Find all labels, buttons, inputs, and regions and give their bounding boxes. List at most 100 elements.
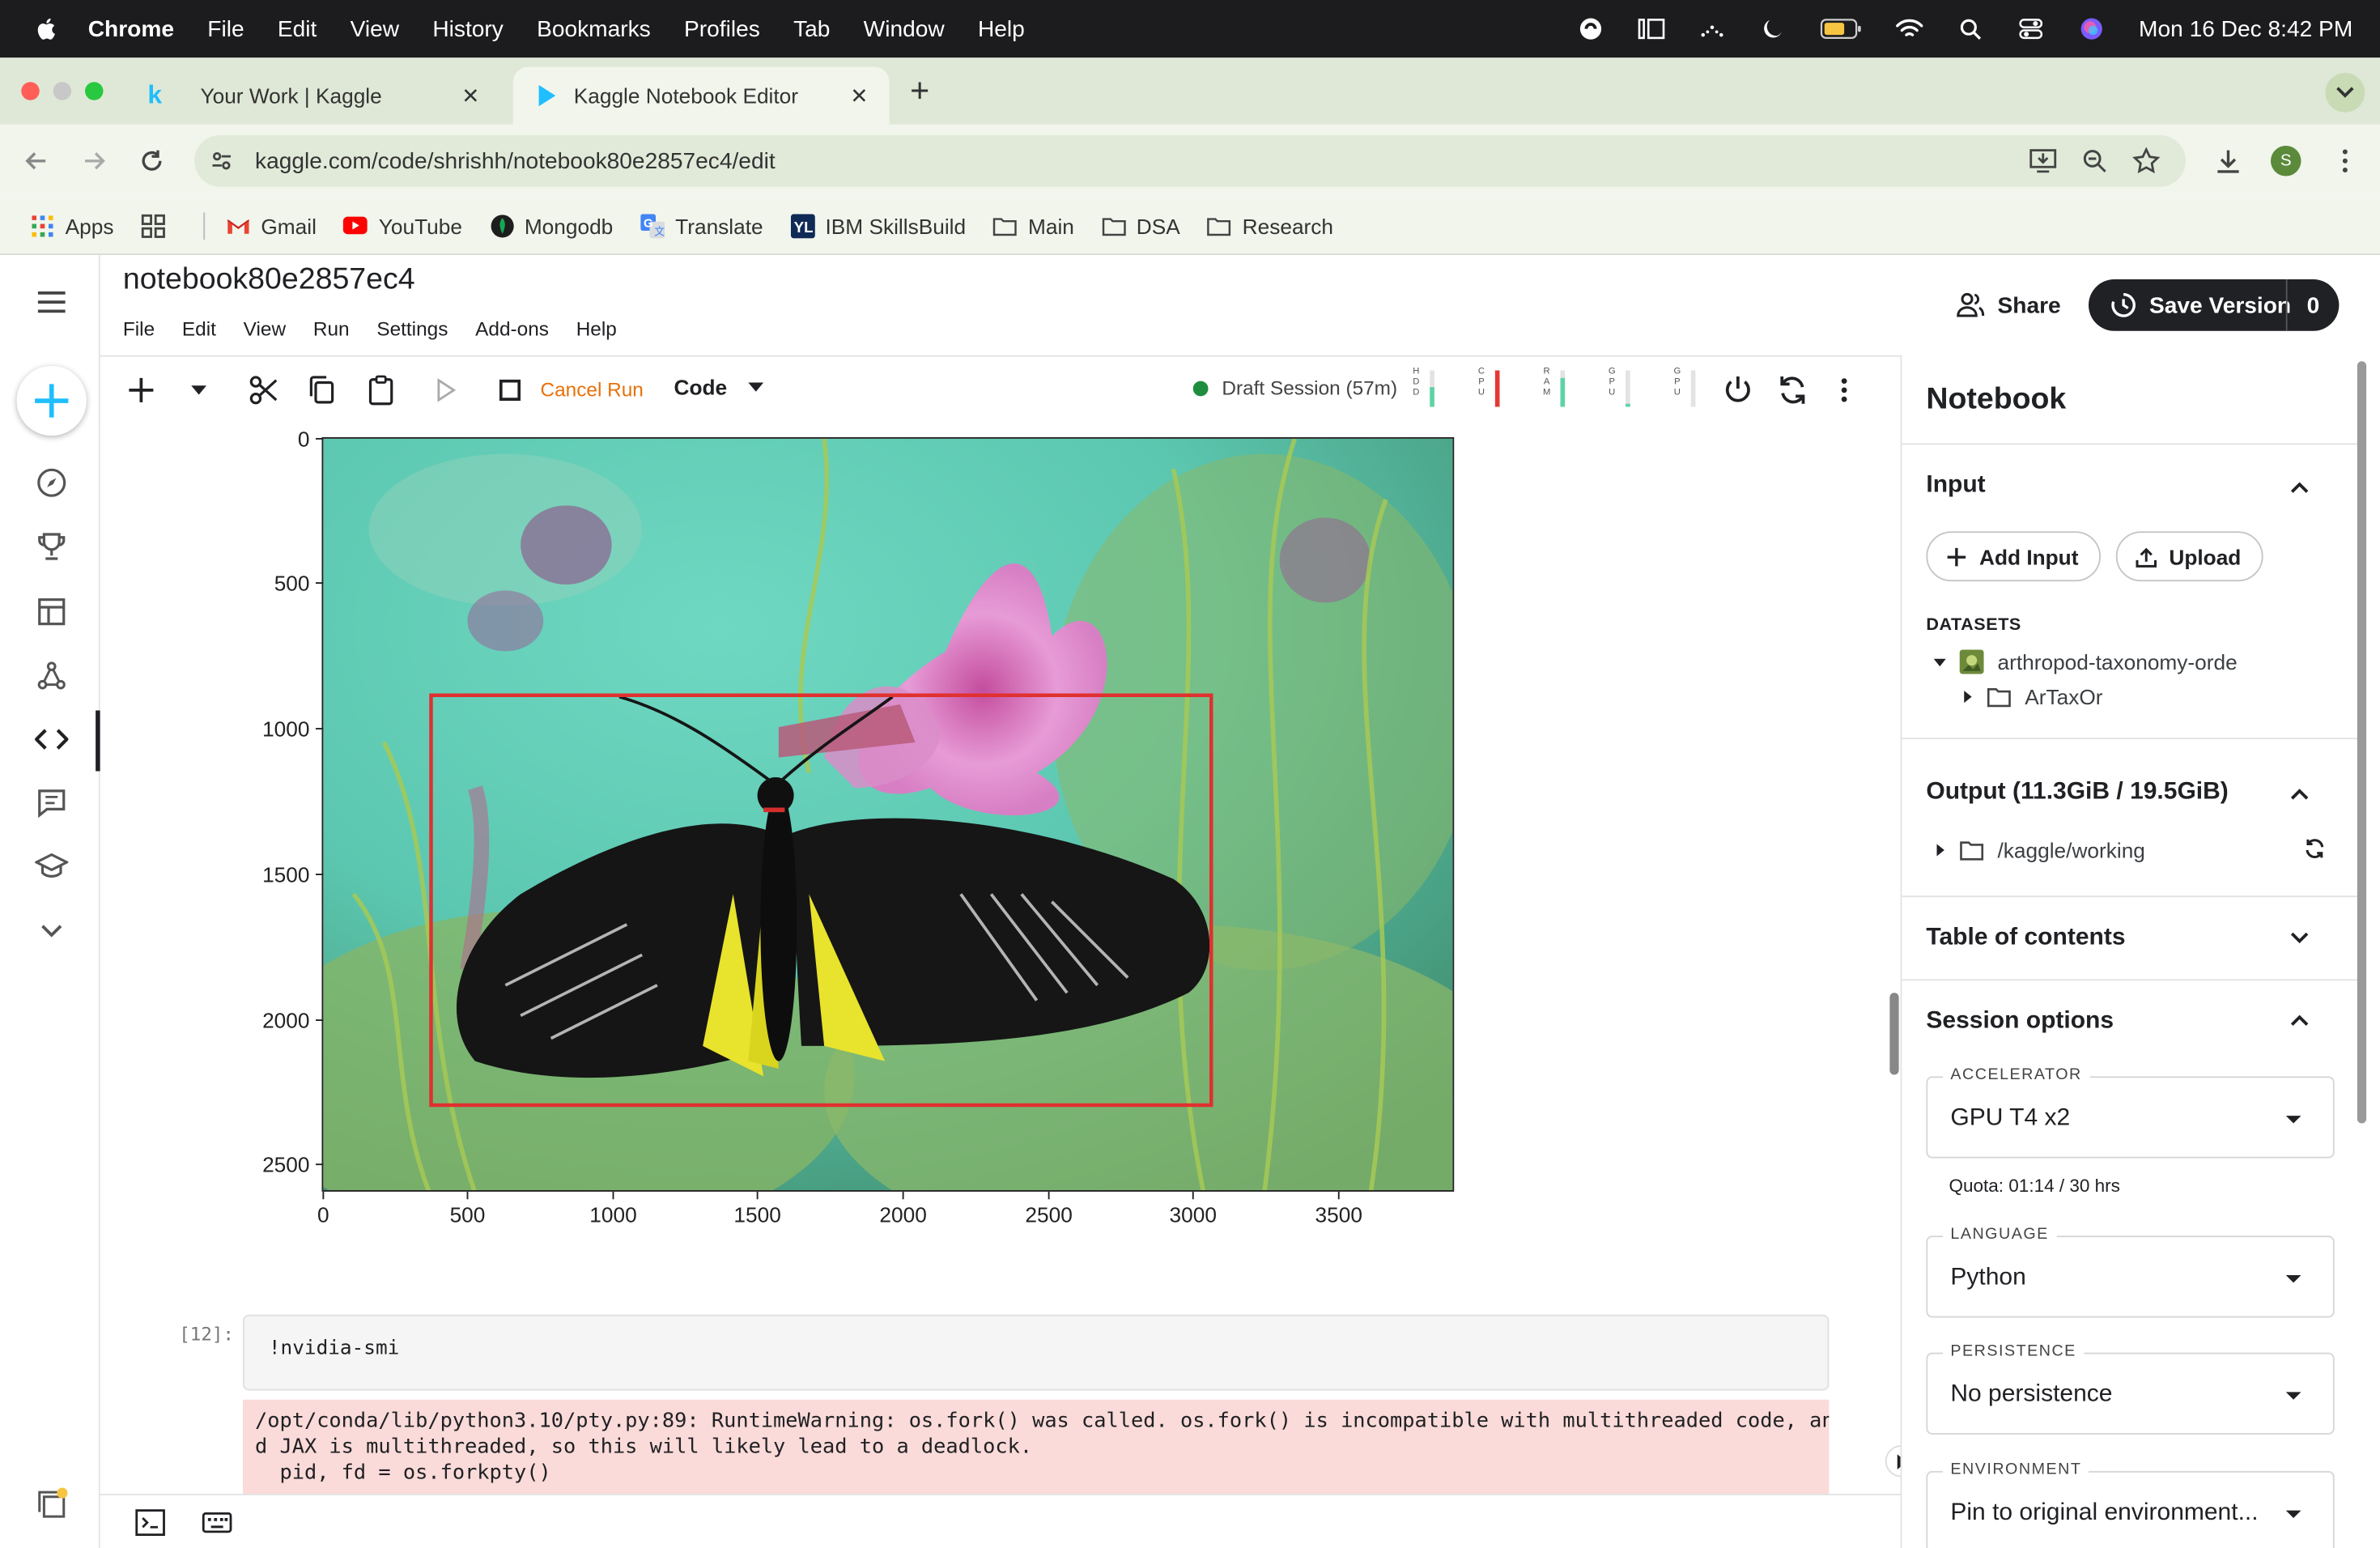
moon-icon[interactable] <box>1759 15 1787 43</box>
save-version-button[interactable]: Save Version 0 <box>2089 279 2340 331</box>
bookmark-youtube[interactable]: YouTube <box>343 213 462 237</box>
new-tab-button[interactable]: + <box>905 74 936 107</box>
language-select[interactable]: LANGUAGE Python <box>1926 1225 2335 1318</box>
nb-menu-file[interactable]: File <box>123 317 155 340</box>
accelerator-select[interactable]: ACCELERATOR GPU T4 x2 <box>1926 1065 2335 1159</box>
create-button[interactable] <box>16 365 87 436</box>
zoom-icon[interactable] <box>2080 146 2110 176</box>
add-cell-dropdown-icon[interactable] <box>182 373 215 406</box>
hamburger-menu-icon[interactable] <box>35 286 68 319</box>
trophy-icon[interactable] <box>35 529 68 563</box>
bookmark-folder-main[interactable]: Main <box>993 213 1074 237</box>
stage-manager-icon[interactable] <box>1638 15 1665 43</box>
close-tab-icon[interactable]: ✕ <box>847 83 871 108</box>
nb-menu-run[interactable]: Run <box>313 317 350 340</box>
session-status[interactable]: Draft Session (57m) <box>1192 376 1397 399</box>
tab-notebook-editor[interactable]: Kaggle Notebook Editor ✕ <box>512 66 890 125</box>
environment-select[interactable]: ENVIRONMENT Pin to original environment.… <box>1926 1460 2335 1548</box>
add-input-button[interactable]: Add Input <box>1926 531 2102 582</box>
scissors-icon[interactable] <box>248 373 281 406</box>
output-folder-item[interactable]: /kaggle/working <box>1932 838 2145 862</box>
reload-icon[interactable] <box>137 146 168 176</box>
toc-section-title[interactable]: Table of contents <box>1926 925 2125 952</box>
menubar-file[interactable]: File <box>207 16 244 42</box>
models-icon[interactable] <box>35 659 68 692</box>
forward-arrow-icon[interactable] <box>79 146 110 176</box>
chevron-up-icon[interactable] <box>2288 1008 2312 1032</box>
share-button[interactable]: Share <box>1955 286 2061 325</box>
keyboard-icon[interactable] <box>201 1506 234 1539</box>
nb-menu-view[interactable]: View <box>244 317 286 340</box>
save-version-count[interactable]: 0 <box>2301 293 2326 319</box>
battery-icon[interactable] <box>1820 15 1863 43</box>
copy-icon[interactable] <box>305 373 338 406</box>
notebook-title[interactable]: notebook80e2857ec4 <box>123 262 415 297</box>
menubar-edit[interactable]: Edit <box>278 16 317 42</box>
dataset-tree-item[interactable]: arthropod-taxonomy-orde <box>1932 649 2238 674</box>
back-arrow-icon[interactable] <box>21 146 52 176</box>
side-panel-scrollbar[interactable] <box>2357 361 2367 1124</box>
expand-triangle-right-icon[interactable] <box>1960 689 1975 704</box>
run-cell-play-icon[interactable] <box>430 373 463 406</box>
gauge-hdd[interactable]: HDD <box>1412 368 1451 410</box>
bookmark-tab-groups[interactable] <box>141 213 176 237</box>
chevron-down-icon[interactable] <box>2288 926 2312 950</box>
wifi-icon[interactable] <box>1896 15 1923 43</box>
window-close-button[interactable] <box>21 82 40 100</box>
window-zoom-button[interactable] <box>85 82 104 100</box>
more-options-icon[interactable] <box>1828 373 1861 406</box>
gauge-cpu[interactable]: CPU <box>1477 368 1516 410</box>
bookmark-gmail[interactable]: Gmail <box>226 213 317 237</box>
chrome-menu-icon[interactable] <box>2330 146 2361 176</box>
nb-menu-help[interactable]: Help <box>576 317 617 340</box>
paste-clipboard-icon[interactable] <box>364 373 397 406</box>
tab-your-work[interactable]: k Your Work | Kaggle ✕ <box>121 67 501 125</box>
compass-icon[interactable] <box>35 466 68 500</box>
gauge-gpu[interactable]: GPU <box>1608 368 1647 410</box>
menubar-view[interactable]: View <box>351 16 399 42</box>
activity-dots-icon[interactable] <box>1698 15 1726 43</box>
bookmark-apps[interactable]: Apps <box>31 213 113 237</box>
downloads-icon[interactable] <box>2213 146 2244 176</box>
toc-section[interactable]: Table of contents <box>1902 895 2357 979</box>
bookmark-star-icon[interactable] <box>2131 146 2162 176</box>
dataset-child-item[interactable]: ArTaxOr <box>1960 685 2103 709</box>
upload-button[interactable]: Upload <box>2115 531 2264 582</box>
nb-menu-edit[interactable]: Edit <box>182 317 216 340</box>
menubar-window[interactable]: Window <box>864 16 945 42</box>
profile-avatar[interactable]: S <box>2271 146 2301 176</box>
control-center-icon[interactable] <box>2017 15 2045 43</box>
close-tab-icon[interactable]: ✕ <box>458 83 482 108</box>
stop-square-icon[interactable] <box>493 373 526 406</box>
learn-icon[interactable] <box>35 850 69 883</box>
cell-type-select[interactable]: Code <box>674 375 764 399</box>
session-options-title[interactable]: Session options <box>1926 1008 2114 1036</box>
notifications-stack-icon[interactable] <box>35 1487 68 1521</box>
window-minimize-button[interactable] <box>53 82 72 100</box>
expand-triangle-down-icon[interactable] <box>1932 654 1948 670</box>
bookmark-folder-research[interactable]: Research <box>1208 213 1333 237</box>
focus-status-icon[interactable] <box>1577 15 1604 43</box>
install-app-icon[interactable] <box>2028 146 2059 176</box>
more-chevron-down-icon[interactable] <box>35 914 68 947</box>
discussion-icon[interactable] <box>35 786 68 819</box>
siri-icon[interactable] <box>2078 15 2106 43</box>
bookmark-translate[interactable]: G文 Translate <box>640 213 763 238</box>
persistence-select[interactable]: PERSISTENCE No persistence <box>1926 1342 2335 1435</box>
input-section-title[interactable]: Input <box>1926 472 1985 500</box>
add-cell-plus-icon[interactable] <box>125 373 158 406</box>
expand-triangle-right-icon[interactable] <box>1932 843 1948 858</box>
menubar-tab[interactable]: Tab <box>793 16 830 42</box>
spotlight-search-icon[interactable] <box>1957 15 1984 43</box>
refresh-output-icon[interactable] <box>2304 838 2325 859</box>
gauge-gpu[interactable]: GPU <box>1672 368 1712 410</box>
menubar-help[interactable]: Help <box>978 16 1025 42</box>
restart-session-icon[interactable] <box>1776 373 1809 406</box>
power-icon[interactable] <box>1721 373 1754 406</box>
chevron-up-icon[interactable] <box>2288 475 2312 500</box>
output-section-title[interactable]: Output (11.3GiB / 19.5GiB) <box>1926 779 2228 806</box>
bookmark-ibm-skillsbuild[interactable]: YL IBM SkillsBuild <box>790 213 966 238</box>
code-cell-editor[interactable]: !nvidia-smi <box>243 1314 1830 1391</box>
menubar-bookmarks[interactable]: Bookmarks <box>537 16 651 42</box>
console-icon[interactable] <box>134 1506 167 1539</box>
